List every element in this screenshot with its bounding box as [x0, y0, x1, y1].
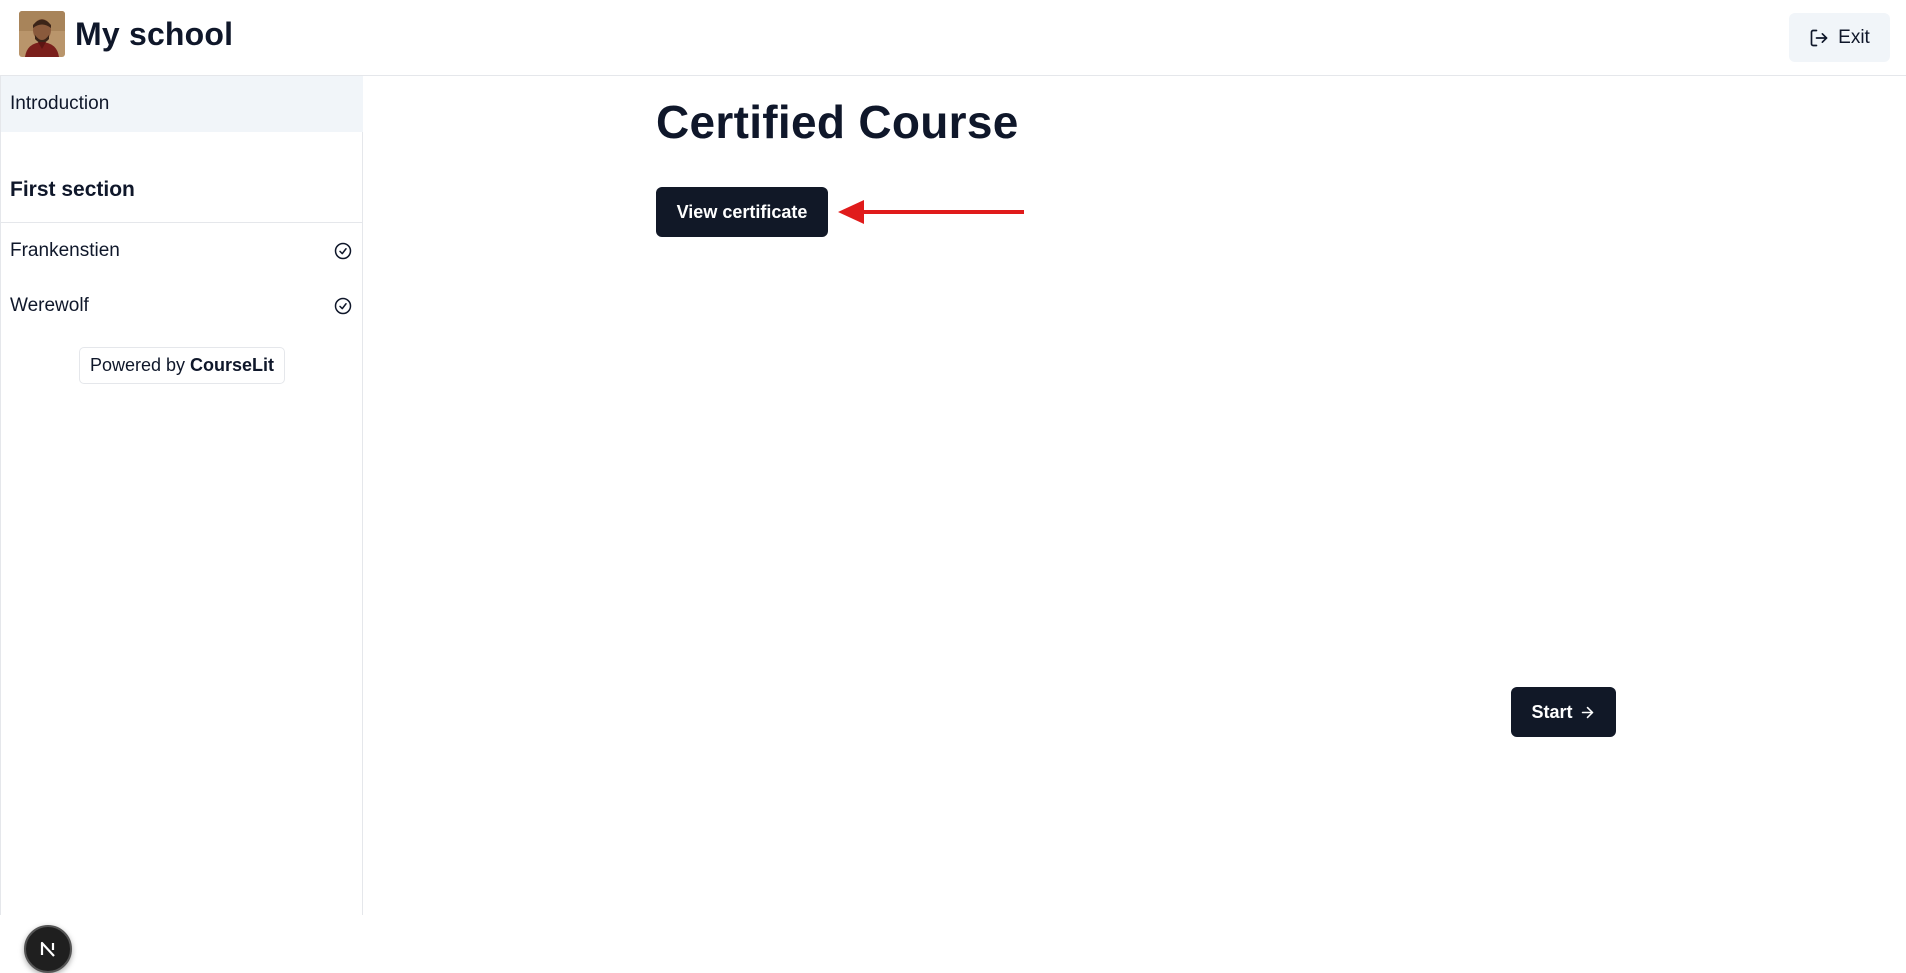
course-sidebar: Introduction First section Frankenstien … [0, 76, 363, 973]
school-title: My school [75, 16, 234, 52]
section-title: First section [10, 178, 135, 201]
section-divider [1, 222, 363, 223]
log-out-icon [1809, 28, 1838, 48]
sidebar-item-label: Frankenstien [10, 240, 120, 261]
check-circle-icon [334, 242, 352, 260]
arrow-right-icon [1573, 704, 1596, 721]
sidebar-item-label: Introduction [10, 93, 110, 114]
view-certificate-label: View certificate [676, 201, 808, 222]
top-header: My school Exit [0, 0, 1906, 76]
nextjs-dev-badge[interactable] [24, 925, 72, 973]
course-title: Certified Course [656, 96, 1019, 148]
school-logo [19, 11, 65, 57]
start-label: Start [1531, 701, 1573, 722]
powered-by-link[interactable]: Powered by CourseLit [79, 347, 285, 384]
sidebar-item-introduction[interactable]: Introduction [1, 76, 363, 132]
view-certificate-button[interactable]: View certificate [656, 187, 828, 237]
school-brand[interactable]: My school [19, 11, 233, 57]
start-button[interactable]: Start [1511, 687, 1616, 737]
sidebar-item-label: Werewolf [10, 295, 89, 316]
annotation-arrow-icon [836, 196, 1026, 233]
check-circle-icon [334, 297, 352, 315]
exit-label: Exit [1838, 26, 1870, 48]
exit-button[interactable]: Exit [1789, 13, 1890, 62]
n-logo-icon [37, 938, 59, 960]
powered-by-brand: CourseLit [190, 355, 275, 375]
powered-by-prefix: Powered by [89, 355, 186, 375]
sidebar-item-frankenstien[interactable]: Frankenstien [1, 226, 363, 276]
sidebar-item-werewolf[interactable]: Werewolf [1, 281, 363, 331]
